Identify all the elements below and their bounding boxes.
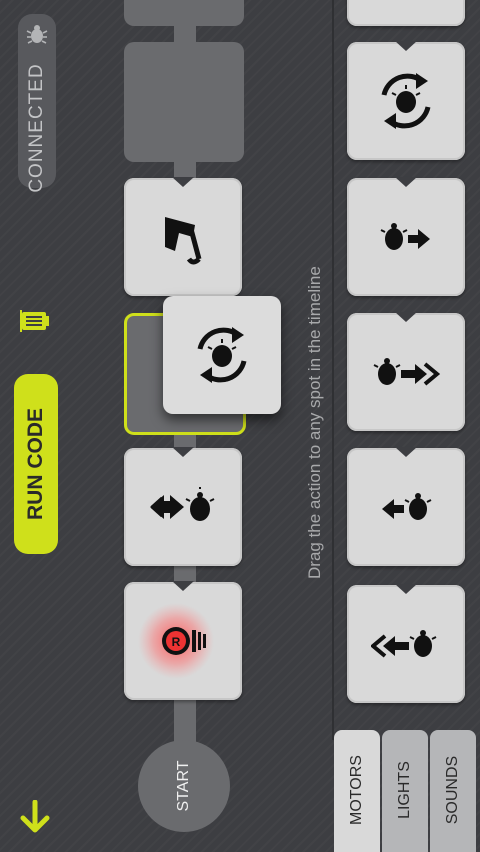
slow-backward-icon [382, 493, 432, 520]
connection-status: CONNECTED [18, 14, 56, 193]
rotate-icon [381, 73, 431, 129]
panel-divider [332, 0, 334, 740]
svg-text:R: R [172, 635, 181, 649]
tab-lights-label: LIGHTS [396, 761, 413, 819]
lights-red-block[interactable]: R [124, 582, 242, 700]
bug-icon [25, 22, 49, 51]
empty-slot[interactable] [124, 42, 244, 162]
palette-slow-backward-block[interactable] [347, 448, 465, 566]
start-label: START [175, 760, 192, 812]
red-light-icon: R [138, 603, 214, 679]
rotate-block-dragging[interactable] [163, 296, 281, 414]
tab-lights[interactable]: LIGHTS [382, 730, 428, 852]
fast-backward-icon [371, 630, 437, 658]
music-note-icon [165, 217, 202, 265]
rotate-icon [197, 327, 247, 383]
fast-forward-icon [373, 358, 441, 386]
move-backward-icon [150, 487, 215, 521]
down-arrow-icon[interactable] [18, 799, 52, 839]
timeline-hint: Drag the action to any spot in the timel… [305, 266, 324, 579]
palette-block-partial[interactable] [347, 0, 465, 26]
move-backward-block[interactable] [124, 448, 242, 566]
palette-slow-forward-block[interactable] [347, 178, 465, 296]
tab-sounds-label: SOUNDS [444, 755, 461, 825]
tab-motors-label: MOTORS [348, 755, 365, 825]
tab-sounds[interactable]: SOUNDS [430, 730, 476, 852]
empty-slot[interactable] [124, 0, 244, 26]
sound-block[interactable] [124, 178, 242, 296]
palette-rotate-block[interactable] [347, 42, 465, 160]
start-node[interactable]: START [138, 740, 230, 832]
trash-icon[interactable] [20, 306, 50, 339]
connection-label: CONNECTED [26, 63, 47, 193]
palette-fast-backward-block[interactable] [347, 585, 465, 703]
tab-motors[interactable]: MOTORS [334, 730, 380, 852]
palette-fast-forward-block[interactable] [347, 313, 465, 431]
run-code-label: RUN CODE [24, 408, 47, 521]
slow-forward-icon [380, 223, 430, 250]
run-code-button[interactable]: RUN CODE [14, 374, 58, 554]
